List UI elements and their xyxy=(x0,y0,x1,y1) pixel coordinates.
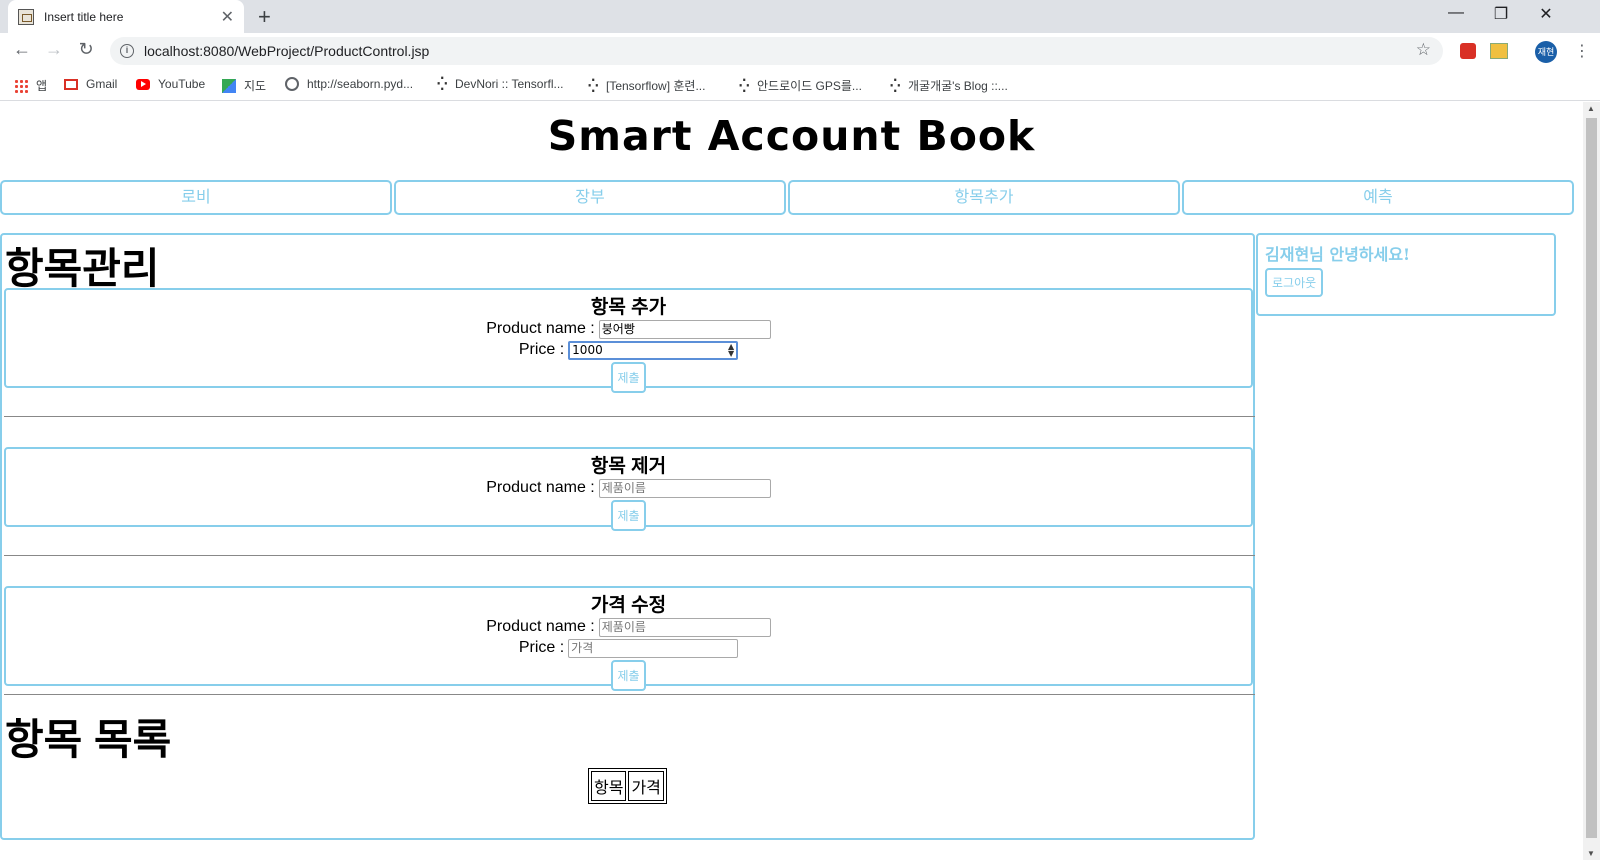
scroll-up-icon[interactable]: ▲ xyxy=(1587,104,1595,113)
bookmark-star-icon[interactable]: ☆ xyxy=(1416,40,1431,60)
divider xyxy=(4,555,1255,556)
product-table: 항목 가격 xyxy=(588,768,667,804)
greeting-text: 김재현님 안녕하세요! xyxy=(1265,245,1411,264)
table-header-price: 가격 xyxy=(628,771,664,801)
list-heading: 항목 목록 xyxy=(5,716,172,763)
youtube-icon xyxy=(136,78,150,90)
product-name-label: Product name : xyxy=(486,320,595,337)
logout-button[interactable]: 로그아웃 xyxy=(1265,268,1324,297)
browser-tab[interactable]: Insert title here ✕ xyxy=(8,0,244,33)
bookmark-tensorflow[interactable]: ⁛ [Tensorflow] 훈련... xyxy=(588,77,705,94)
menu-forecast[interactable]: 예측 xyxy=(1182,180,1574,215)
page-scrollbar[interactable]: ▲ ▼ xyxy=(1583,102,1600,860)
browser-toolbar: ← → ↻ i localhost:8080/WebProject/Produc… xyxy=(0,33,1600,69)
price-row: Price : 1000 ▲ ▼ xyxy=(6,340,1251,360)
new-tab-icon[interactable]: + xyxy=(258,4,271,30)
main-menu: 로비 장부 항목추가 예측 xyxy=(0,180,1576,215)
minimize-icon[interactable]: — xyxy=(1436,4,1476,22)
profile-avatar[interactable]: 재현 xyxy=(1535,41,1557,63)
bookmark-apps[interactable]: 앱 xyxy=(14,77,47,94)
main-panel: 항목관리 항목 추가 Product name : 붕어빵 Price : 10… xyxy=(0,233,1255,840)
bookmark-youtube[interactable]: YouTube xyxy=(136,77,205,91)
add-item-title: 항목 추가 xyxy=(590,297,667,318)
add-item-form: 항목 추가 Product name : 붕어빵 Price : 1000 ▲ ▼… xyxy=(4,288,1253,393)
divider xyxy=(4,416,1255,417)
page-heading: 항목관리 xyxy=(5,245,160,292)
bookmark-devnori[interactable]: ⁛ DevNori :: Tensorfl... xyxy=(437,77,563,91)
menu-ledger[interactable]: 장부 xyxy=(394,180,786,215)
table-header-item: 항목 xyxy=(591,771,627,801)
restore-icon[interactable]: ❐ xyxy=(1481,4,1521,24)
bookmark-android-gps[interactable]: ⁛ 안드로이드 GPS를... xyxy=(739,77,862,94)
forward-icon[interactable]: → xyxy=(42,39,66,60)
number-spinner-icon[interactable]: ▲ ▼ xyxy=(728,343,734,358)
tab-bar: Insert title here ✕ + — ❐ ✕ xyxy=(0,0,1600,33)
product-name-label: Product name : xyxy=(486,479,595,496)
blog-dots-icon: ⁛ xyxy=(588,78,599,93)
blog-dots-icon: ⁛ xyxy=(437,77,448,91)
remove-submit-button[interactable]: 제출 xyxy=(611,500,646,531)
browser-menu-icon[interactable]: ⋮ xyxy=(1574,41,1590,61)
address-bar[interactable]: i localhost:8080/WebProject/ProductContr… xyxy=(110,37,1443,65)
close-tab-icon[interactable]: ✕ xyxy=(221,7,234,27)
back-icon[interactable]: ← xyxy=(10,39,34,60)
blog-dots-icon: ⁛ xyxy=(739,78,750,93)
scroll-down-icon[interactable]: ▼ xyxy=(1587,849,1595,858)
remove-item-form: 항목 제거 Product name : 제품이름 제출 xyxy=(4,447,1253,531)
price-input[interactable]: 1000 ▲ ▼ xyxy=(568,340,739,360)
price-label: Price : xyxy=(518,341,565,358)
bookmark-seaborn[interactable]: http://seaborn.pyd... xyxy=(285,77,413,91)
divider xyxy=(4,694,1255,695)
product-name-label: Product name : xyxy=(486,618,595,635)
product-name-input[interactable]: 제품이름 xyxy=(598,617,771,637)
maps-icon xyxy=(222,78,236,93)
url-text: localhost:8080/WebProject/ProductControl… xyxy=(144,43,430,59)
name-row: Product name : 붕어빵 xyxy=(6,319,1251,339)
reload-icon[interactable]: ↻ xyxy=(74,39,98,60)
price-label: Price : xyxy=(518,639,565,656)
name-row: Product name : 제품이름 xyxy=(6,478,1251,498)
page-content: Smart Account Book 로비 장부 항목추가 예측 항목관리 항목… xyxy=(0,102,1583,860)
price-row: Price : 가격 xyxy=(6,638,1251,658)
apps-grid-icon xyxy=(14,78,28,93)
tab-title: Insert title here xyxy=(44,9,124,24)
menu-lobby[interactable]: 로비 xyxy=(0,180,392,215)
extension-icon[interactable] xyxy=(1460,43,1476,59)
globe-icon xyxy=(285,77,299,91)
bookmark-maps[interactable]: 지도 xyxy=(222,77,266,94)
remove-item-title: 항목 제거 xyxy=(590,456,667,477)
scroll-thumb[interactable] xyxy=(1586,118,1597,838)
add-submit-button[interactable]: 제출 xyxy=(611,362,646,393)
bookmark-blog[interactable]: ⁛ 개굴개굴's Blog ::... xyxy=(890,77,1008,94)
gmail-icon xyxy=(64,78,78,90)
menu-add-item[interactable]: 항목추가 xyxy=(788,180,1180,215)
site-title: Smart Account Book xyxy=(547,112,1036,160)
close-window-icon[interactable]: ✕ xyxy=(1526,4,1566,24)
name-row: Product name : 제품이름 xyxy=(6,617,1251,637)
edit-submit-button[interactable]: 제출 xyxy=(611,660,646,691)
edit-price-title: 가격 수정 xyxy=(590,595,667,616)
bookmarks-bar: 앱 Gmail YouTube 지도 http://seaborn.pyd...… xyxy=(0,69,1600,101)
product-name-input[interactable]: 제품이름 xyxy=(598,478,771,498)
site-info-icon[interactable]: i xyxy=(120,44,134,58)
extension-icon[interactable] xyxy=(1490,43,1508,59)
price-input[interactable]: 가격 xyxy=(568,638,739,658)
bookmark-gmail[interactable]: Gmail xyxy=(64,77,117,91)
edit-price-form: 가격 수정 Product name : 제품이름 Price : 가격 제출 xyxy=(4,586,1253,691)
product-name-input[interactable]: 붕어빵 xyxy=(598,319,771,339)
blog-dots-icon: ⁛ xyxy=(890,78,901,93)
user-panel: 김재현님 안녕하세요! 로그아웃 xyxy=(1256,233,1556,316)
page-favicon-icon xyxy=(18,8,34,25)
